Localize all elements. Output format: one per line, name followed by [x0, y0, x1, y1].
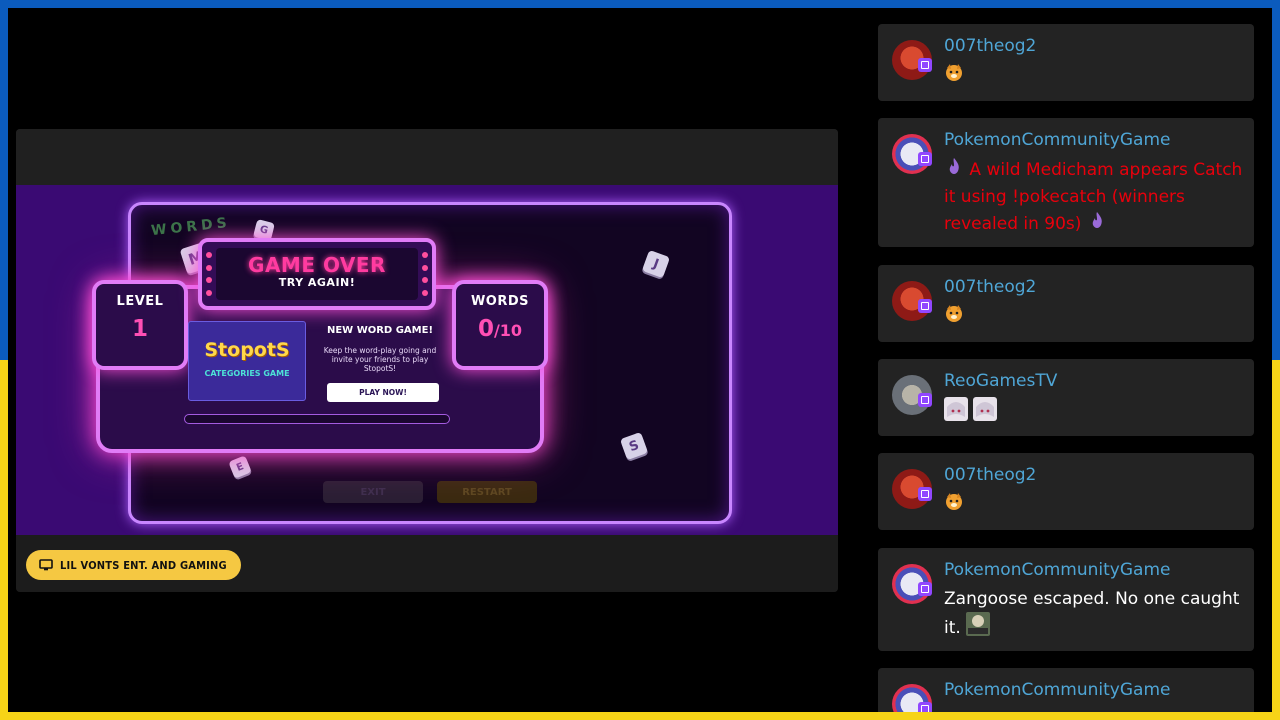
chat-username[interactable]: 007theog2 [944, 36, 1036, 56]
twitch-badge-icon [918, 152, 932, 166]
level-label: LEVEL [116, 294, 164, 309]
letter-die: J [641, 249, 671, 279]
game-over-subtitle: TRY AGAIN! [278, 276, 356, 289]
chat-message: PokemonCommunityGame A wild Medicham app… [878, 118, 1254, 247]
letter-die: S [619, 431, 649, 461]
words-panel: WORDS 0/10 [452, 280, 548, 370]
chat-body [944, 62, 1244, 90]
promo-section: StopotS CATEGORIES GAME NEW WORD GAME! K… [188, 321, 444, 413]
title-lights-right [422, 252, 428, 296]
chat-message: PokemonCommunityGame [878, 668, 1254, 712]
chat-username[interactable]: 007theog2 [944, 465, 1036, 485]
exit-button[interactable]: EXIT [323, 481, 423, 503]
chat-body [944, 397, 1244, 429]
channel-name: LIL VONTS ENT. AND GAMING [60, 558, 227, 572]
anime-emote-icon [973, 397, 998, 429]
player-top-bar [16, 129, 838, 185]
promo-progress-bar [184, 414, 450, 424]
dog-emote-icon [944, 491, 964, 519]
flame-emote-icon [1087, 210, 1107, 238]
chat-username[interactable]: PokemonCommunityGame [944, 560, 1170, 580]
chat-body: A wild Medicham appears Catch it using !… [944, 156, 1244, 238]
stopots-category: CATEGORIES GAME [204, 369, 290, 378]
words-value: 0/10 [456, 316, 544, 342]
chat-message: 007theog2 [878, 265, 1254, 342]
promo-description: Keep the word-play going and invite your… [323, 346, 437, 373]
play-now-button[interactable]: PLAY NOW! [327, 383, 439, 402]
twitch-badge-icon [918, 393, 932, 407]
dog-emote-icon [944, 303, 964, 331]
channel-name-pill[interactable]: LIL VONTS ENT. AND GAMING [26, 550, 241, 580]
restart-button[interactable]: RESTART [437, 481, 537, 503]
stopots-promo-card[interactable]: StopotS CATEGORIES GAME [188, 321, 306, 401]
letter-die: E [228, 455, 252, 479]
chat-body: Zangoose escaped. No one caught it. [944, 586, 1244, 644]
level-value: 1 [131, 316, 148, 342]
anime-emote-icon [944, 397, 968, 429]
monitor-icon [39, 559, 53, 571]
twitch-badge-icon [918, 702, 932, 712]
words-label: WORDS [470, 294, 530, 309]
promo-heading: NEW WORD GAME! [326, 325, 433, 336]
chat-username[interactable]: ReoGamesTV [944, 371, 1057, 391]
twitch-badge-icon [918, 582, 932, 596]
background-logo: WORDS [150, 214, 232, 240]
stopots-logo: StopotS [204, 339, 290, 361]
chat-message: PokemonCommunityGame Zangoose escaped. N… [878, 548, 1254, 651]
stream-player[interactable]: WORDS M G J E S EXIT RESTART LEVEL 1 WOR… [16, 129, 838, 592]
player-bottom-bar: LIL VONTS ENT. AND GAMING [16, 535, 838, 592]
chat-username[interactable]: PokemonCommunityGame [944, 680, 1170, 700]
title-inner: GAME OVER TRY AGAIN! [216, 248, 418, 300]
flame-emote-icon [944, 156, 964, 184]
game-screen[interactable]: WORDS M G J E S EXIT RESTART LEVEL 1 WOR… [16, 185, 838, 535]
chat-username[interactable]: 007theog2 [944, 277, 1036, 297]
words-total: /10 [493, 321, 523, 340]
chat-message: 007theog2 [878, 24, 1254, 101]
game-over-title-box: GAME OVER TRY AGAIN! [198, 238, 436, 310]
chat-body [944, 303, 1244, 331]
twitch-badge-icon [918, 58, 932, 72]
title-lights-left [206, 252, 212, 296]
dog-emote-icon [944, 62, 964, 90]
twitch-badge-icon [918, 299, 932, 313]
chat-panel: 007theog2 PokemonCommunityGame A wild Me… [870, 16, 1264, 712]
chat-message: 007theog2 [878, 453, 1254, 530]
chat-message: ReoGamesTV [878, 359, 1254, 436]
words-count: 0 [477, 316, 494, 342]
rigged-emote-icon [966, 612, 991, 644]
chat-username[interactable]: PokemonCommunityGame [944, 130, 1170, 150]
game-over-title: GAME OVER [248, 253, 386, 277]
level-panel: LEVEL 1 [92, 280, 188, 370]
chat-body [944, 491, 1244, 519]
twitch-badge-icon [918, 487, 932, 501]
